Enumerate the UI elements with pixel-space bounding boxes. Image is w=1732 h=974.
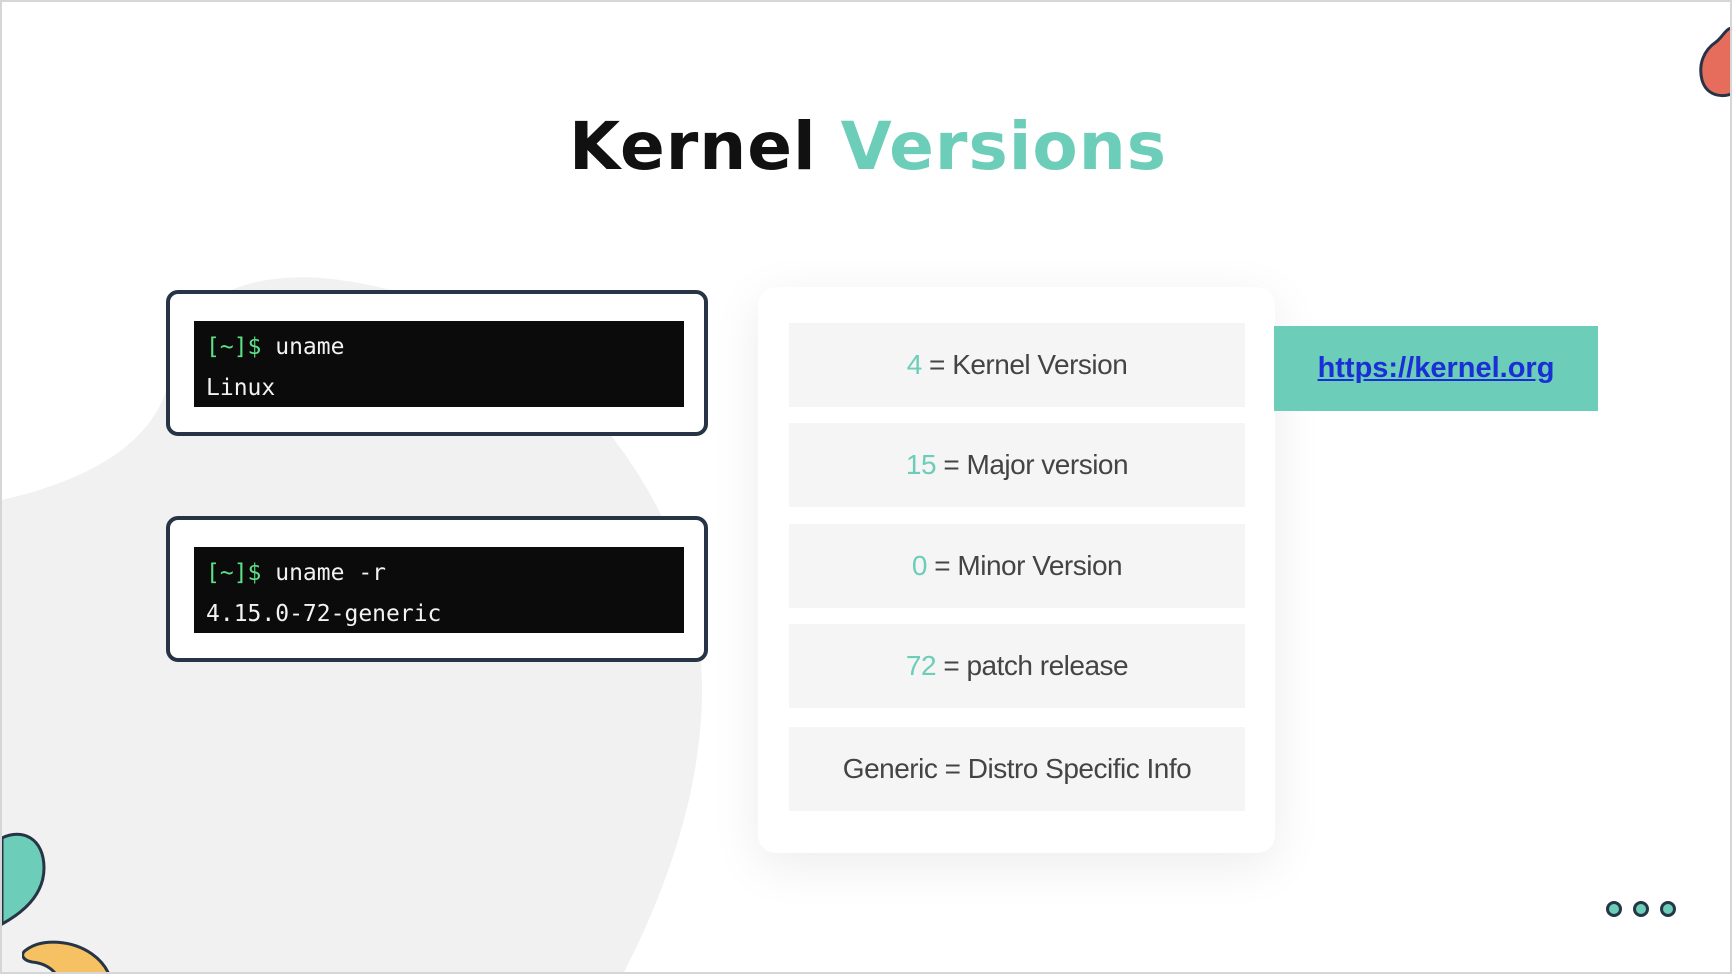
teal-blob-decoration	[2, 832, 46, 926]
title-main: Kernel	[569, 108, 817, 185]
version-value: 15	[905, 449, 937, 480]
terminal-card-uname: [~]$ uname Linux	[166, 290, 708, 436]
terminal-command-line: [~]$ uname	[206, 327, 672, 368]
kernel-link-box: https://kernel.org	[1274, 326, 1598, 411]
kernel-org-link[interactable]: https://kernel.org	[1318, 352, 1555, 384]
terminal-command: uname -r	[261, 560, 387, 586]
terminal-command: uname	[261, 334, 345, 360]
version-label: Minor Version	[957, 550, 1123, 581]
terminal-output: Linux	[206, 375, 276, 401]
slide: Kernel Versions [~]$ uname Linux [~]$ un…	[0, 0, 1732, 974]
version-row-minor: 0 = Minor Version	[789, 524, 1245, 608]
terminal-screen: [~]$ uname -r 4.15.0-72-generic	[194, 547, 684, 633]
version-value: 0	[911, 550, 928, 581]
version-value: Generic	[842, 753, 938, 784]
terminal-screen: [~]$ uname Linux	[194, 321, 684, 407]
equals-sign: =	[926, 550, 958, 581]
dot-icon	[1633, 901, 1649, 917]
title-accent: Versions	[840, 108, 1167, 185]
terminal-command-line: [~]$ uname -r	[206, 553, 672, 594]
version-value: 4	[906, 349, 923, 380]
version-breakdown-panel: 4 = Kernel Version 15 = Major version 0 …	[758, 287, 1275, 853]
dot-icon	[1660, 901, 1676, 917]
yellow-blob-decoration	[22, 940, 110, 972]
version-value: 72	[905, 650, 937, 681]
equals-sign: =	[936, 449, 967, 480]
version-row-distro: Generic = Distro Specific Info	[789, 727, 1245, 811]
equals-sign: =	[936, 650, 967, 681]
version-label: Major version	[966, 449, 1129, 480]
version-row-kernel: 4 = Kernel Version	[789, 323, 1245, 407]
version-label: patch release	[966, 650, 1129, 681]
terminal-output: 4.15.0-72-generic	[206, 601, 442, 627]
terminal-prompt: [~]$	[206, 560, 262, 586]
terminal-prompt: [~]$	[206, 334, 262, 360]
ellipsis-dots-decoration	[1606, 901, 1676, 917]
version-row-patch: 72 = patch release	[789, 624, 1245, 708]
dot-icon	[1606, 901, 1622, 917]
version-label: Distro Specific Info	[967, 753, 1192, 784]
equals-sign: =	[937, 753, 968, 784]
terminal-card-uname-r: [~]$ uname -r 4.15.0-72-generic	[166, 516, 708, 662]
version-row-major: 15 = Major version	[789, 423, 1245, 507]
version-label: Kernel Version	[952, 349, 1128, 380]
page-title: Kernel Versions	[2, 102, 1730, 192]
equals-sign: =	[921, 349, 953, 380]
